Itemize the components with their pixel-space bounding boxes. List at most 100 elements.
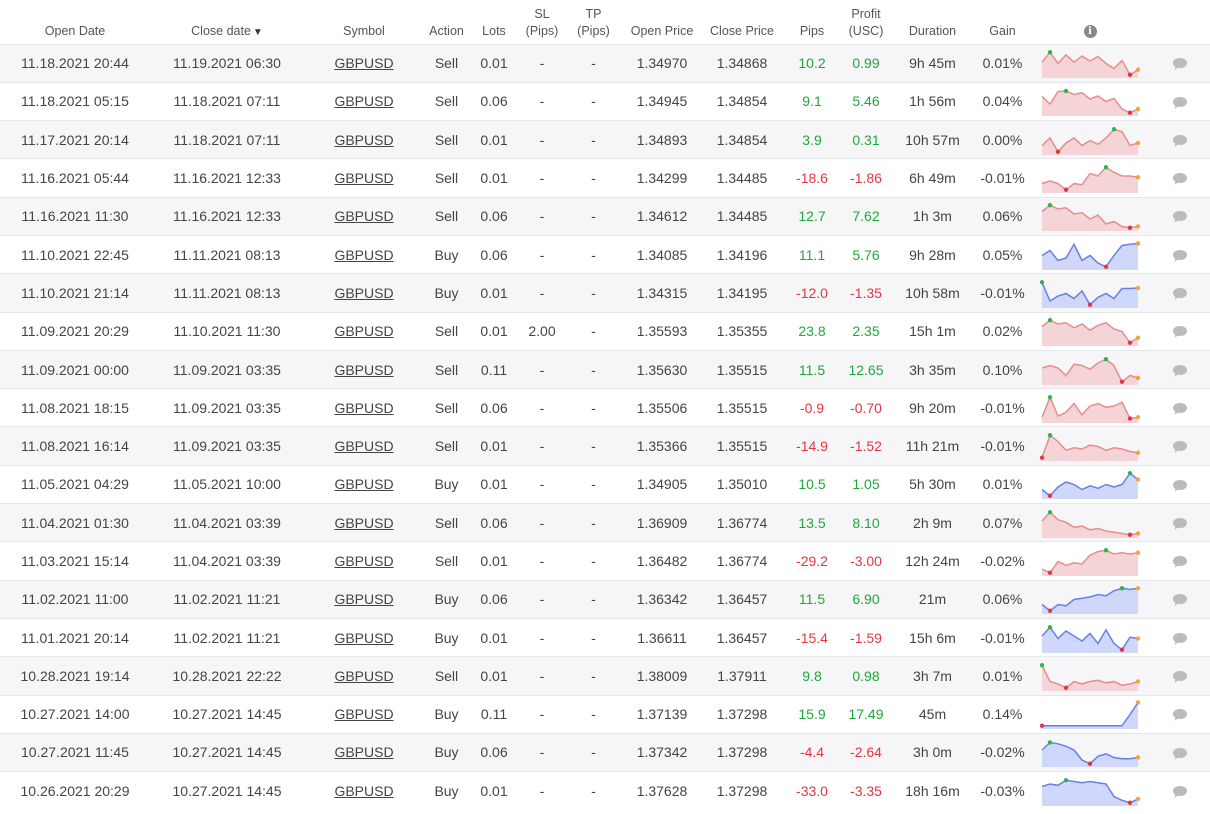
table-row[interactable]: 11.08.2021 16:14 11.09.2021 03:35 GBPUSD Se… [0, 426, 1210, 466]
header-close-date[interactable]: Close date ▼ [150, 0, 304, 44]
table-row[interactable]: 11.16.2021 05:44 11.16.2021 12:33 GBPUSD Se… [0, 158, 1210, 198]
table-row[interactable]: 11.03.2021 15:14 11.04.2021 03:39 GBPUSD Se… [0, 541, 1210, 581]
trade-sparkline[interactable] [1040, 201, 1140, 232]
trade-sparkline[interactable] [1040, 737, 1140, 768]
close-date-cell: 10.27.2021 14:45 [172, 744, 282, 761]
table-row[interactable]: 10.27.2021 14:00 10.27.2021 14:45 GBPUSD Bu… [0, 695, 1210, 734]
table-row[interactable]: 11.09.2021 20:29 11.10.2021 11:30 GBPUSD Se… [0, 312, 1210, 351]
trade-sparkline[interactable] [1040, 776, 1140, 807]
header-gain[interactable]: Gain [975, 0, 1030, 44]
table-row[interactable]: 10.26.2021 20:29 10.27.2021 14:45 GBPUSD Bu… [0, 771, 1210, 810]
trade-sparkline[interactable] [1040, 316, 1140, 347]
trade-sparkline[interactable] [1040, 125, 1140, 155]
trade-sparkline[interactable] [1040, 623, 1140, 653]
table-row[interactable]: 11.18.2021 05:15 11.18.2021 07:11 GBPUSD Se… [0, 82, 1210, 121]
lots-cell: 0.01 [480, 438, 508, 455]
trade-sparkline[interactable] [1040, 86, 1140, 117]
header-tp[interactable]: TP (Pips) [565, 0, 622, 44]
symbol-link[interactable]: GBPUSD [334, 285, 393, 301]
table-row[interactable]: 11.05.2021 04:29 11.05.2021 10:00 GBPUSD Bu… [0, 465, 1210, 504]
comment-icon[interactable] [1172, 172, 1188, 186]
trade-sparkline[interactable] [1040, 393, 1140, 423]
trade-sparkline[interactable] [1040, 48, 1140, 79]
comment-icon[interactable] [1172, 747, 1188, 761]
trade-sparkline[interactable] [1040, 278, 1140, 308]
comment-icon[interactable] [1172, 134, 1188, 148]
symbol-link[interactable]: GBPUSD [334, 630, 393, 646]
table-row[interactable]: 11.17.2021 20:14 11.18.2021 07:11 GBPUSD Se… [0, 120, 1210, 159]
header-action[interactable]: Action [424, 0, 469, 44]
comment-icon[interactable] [1172, 325, 1188, 339]
trade-sparkline[interactable] [1040, 546, 1140, 576]
table-row[interactable]: 11.02.2021 11:00 11.02.2021 11:21 GBPUSD Bu… [0, 580, 1210, 619]
symbol-link[interactable]: GBPUSD [334, 170, 393, 186]
open-date-cell: 11.05.2021 04:29 [21, 476, 129, 493]
symbol-link[interactable]: GBPUSD [334, 744, 393, 760]
table-row[interactable]: 11.10.2021 21:14 11.11.2021 08:13 GBPUSD Bu… [0, 273, 1210, 313]
comment-icon[interactable] [1172, 670, 1188, 684]
trade-sparkline[interactable] [1040, 355, 1140, 385]
table-row[interactable]: 10.27.2021 11:45 10.27.2021 14:45 GBPUSD Bu… [0, 733, 1210, 772]
trade-sparkline[interactable] [1040, 584, 1140, 615]
duration-cell: 12h 24m [905, 553, 960, 569]
header-sl[interactable]: SL (Pips) [519, 0, 565, 44]
symbol-link[interactable]: GBPUSD [334, 208, 393, 224]
comment-icon[interactable] [1172, 440, 1188, 454]
sort-desc-icon[interactable]: ▼ [253, 27, 263, 38]
comment-icon[interactable] [1172, 249, 1188, 263]
table-row[interactable]: 11.04.2021 01:30 11.04.2021 03:39 GBPUSD Se… [0, 503, 1210, 542]
symbol-link[interactable]: GBPUSD [334, 247, 393, 263]
comment-icon[interactable] [1172, 517, 1188, 531]
header-lots[interactable]: Lots [469, 0, 519, 44]
table-row[interactable]: 10.28.2021 19:14 10.28.2021 22:22 GBPUSD Se… [0, 656, 1210, 696]
comment-icon[interactable] [1172, 96, 1188, 110]
comment-icon[interactable] [1172, 57, 1188, 71]
symbol-link[interactable]: GBPUSD [334, 553, 393, 569]
trade-sparkline[interactable] [1040, 508, 1140, 538]
table-row[interactable]: 11.08.2021 18:15 11.09.2021 03:35 GBPUSD Se… [0, 388, 1210, 427]
symbol-link[interactable]: GBPUSD [334, 323, 393, 339]
symbol-link[interactable]: GBPUSD [334, 132, 393, 148]
trade-sparkline[interactable] [1040, 469, 1140, 500]
comment-icon[interactable] [1172, 593, 1188, 607]
header-duration[interactable]: Duration [890, 0, 975, 44]
trade-sparkline[interactable] [1040, 699, 1140, 730]
header-pips[interactable]: Pips [782, 0, 842, 44]
symbol-link[interactable]: GBPUSD [334, 93, 393, 109]
table-row[interactable]: 11.01.2021 20:14 11.02.2021 11:21 GBPUSD Bu… [0, 618, 1210, 657]
table-row[interactable]: 11.18.2021 20:44 11.19.2021 06:30 GBPUSD Se… [0, 44, 1210, 83]
comment-icon[interactable] [1172, 402, 1188, 416]
symbol-link[interactable]: GBPUSD [334, 400, 393, 416]
comment-icon[interactable] [1172, 364, 1188, 378]
symbol-link[interactable]: GBPUSD [334, 706, 393, 722]
comment-icon[interactable] [1172, 210, 1188, 224]
symbol-link[interactable]: GBPUSD [334, 591, 393, 607]
max-marker [1063, 89, 1069, 94]
header-open-price[interactable]: Open Price [622, 0, 702, 44]
comment-icon[interactable] [1172, 785, 1188, 799]
header-profit[interactable]: Profit (USC) [842, 0, 890, 44]
symbol-link[interactable]: GBPUSD [334, 515, 393, 531]
trade-sparkline[interactable] [1040, 163, 1140, 194]
table-row[interactable]: 11.16.2021 11:30 11.16.2021 12:33 GBPUSD Se… [0, 197, 1210, 236]
comment-icon[interactable] [1172, 479, 1188, 493]
header-open-date[interactable]: Open Date [0, 0, 150, 44]
header-close-price[interactable]: Close Price [702, 0, 782, 44]
table-row[interactable]: 11.10.2021 22:45 11.11.2021 08:13 GBPUSD Bu… [0, 235, 1210, 274]
trade-sparkline[interactable] [1040, 431, 1140, 462]
comment-icon[interactable] [1172, 287, 1188, 301]
trade-sparkline[interactable] [1040, 661, 1140, 691]
comment-icon[interactable] [1172, 708, 1188, 722]
info-icon[interactable]: i [1083, 24, 1097, 38]
symbol-link[interactable]: GBPUSD [334, 362, 393, 378]
symbol-link[interactable]: GBPUSD [334, 438, 393, 454]
symbol-link[interactable]: GBPUSD [334, 476, 393, 492]
header-symbol[interactable]: Symbol [304, 0, 424, 44]
comment-icon[interactable] [1172, 555, 1188, 569]
comment-icon[interactable] [1172, 632, 1188, 646]
symbol-link[interactable]: GBPUSD [334, 783, 393, 799]
table-row[interactable]: 11.09.2021 00:00 11.09.2021 03:35 GBPUSD Se… [0, 350, 1210, 389]
trade-sparkline[interactable] [1040, 240, 1140, 270]
symbol-link[interactable]: GBPUSD [334, 668, 393, 684]
symbol-link[interactable]: GBPUSD [334, 55, 393, 71]
